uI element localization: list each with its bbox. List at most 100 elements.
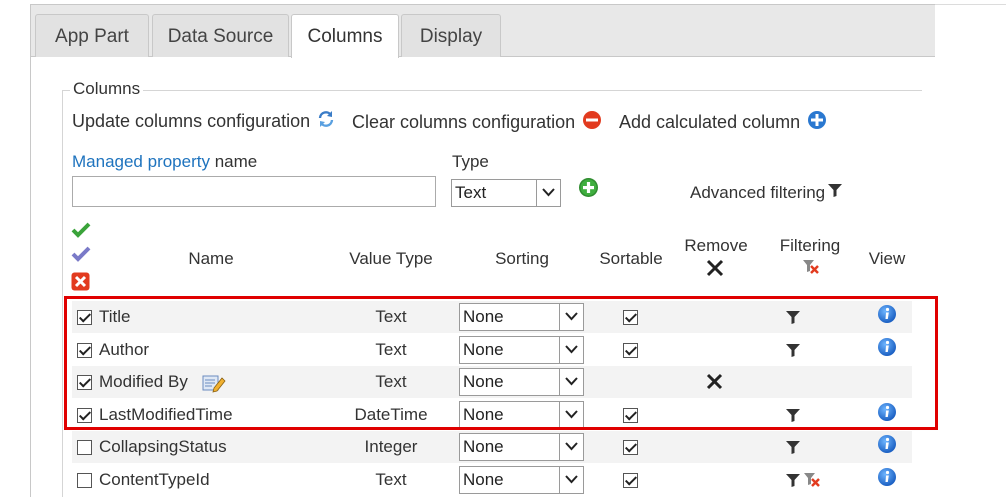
sorting-select-value: None (463, 405, 504, 424)
table-row: Author Text None (72, 334, 912, 366)
row-name: Title (99, 307, 131, 326)
sorting-select[interactable]: None (459, 303, 584, 331)
row-checkbox[interactable] (77, 375, 92, 390)
clear-columns-button[interactable]: Clear columns configuration (352, 110, 602, 135)
row-value-type: Text (375, 470, 407, 489)
purple-check-icon (71, 246, 91, 262)
table-row: LastModifiedTime DateTime None (72, 399, 912, 431)
info-icon[interactable] (877, 304, 897, 329)
tab-columns[interactable]: Columns (291, 14, 399, 58)
sortable-checkbox[interactable] (623, 440, 638, 455)
add-calculated-column-button[interactable]: Add calculated column (619, 110, 827, 135)
chevron-down-icon (559, 337, 583, 363)
row-value-type: Text (375, 340, 407, 359)
sorting-select-value: None (463, 340, 504, 359)
tab-data-source[interactable]: Data Source (152, 14, 289, 57)
sortable-checkbox[interactable] (623, 310, 638, 325)
sorting-select[interactable]: None (459, 368, 584, 396)
add-calculated-column-label: Add calculated column (619, 112, 801, 132)
info-icon[interactable] (877, 337, 897, 362)
update-columns-label: Update columns configuration (72, 111, 311, 131)
red-x-icon (71, 272, 90, 291)
row-name: Modified By (99, 372, 188, 391)
sorting-select[interactable]: None (459, 433, 584, 461)
row-checkbox[interactable] (77, 408, 92, 423)
type-select-value: Text (455, 183, 487, 202)
filter-funnel-icon[interactable] (785, 440, 801, 460)
sorting-select-value: None (463, 437, 504, 456)
sorting-select[interactable]: None (459, 401, 584, 429)
chevron-down-icon (559, 434, 583, 460)
type-select[interactable]: Text (451, 179, 561, 207)
row-checkbox[interactable] (77, 310, 92, 325)
update-columns-button[interactable]: Update columns configuration (72, 110, 335, 133)
sorting-select[interactable]: None (459, 466, 584, 494)
tab-app-part[interactable]: App Part (35, 14, 149, 57)
sorting-select-value: None (463, 307, 504, 326)
managed-property-suffix: name (209, 152, 258, 171)
row-value-type: Integer (364, 437, 418, 456)
x-icon (706, 259, 724, 282)
managed-property-link[interactable]: Managed property (72, 152, 210, 171)
type-label: Type (452, 152, 489, 171)
chevron-down-icon (559, 467, 583, 493)
filter-funnel-icon[interactable] (785, 473, 801, 493)
header-filtering: Filtering (779, 236, 841, 255)
select-all-button[interactable] (71, 222, 91, 243)
chevron-down-icon (559, 304, 583, 330)
chevron-down-icon (559, 402, 583, 428)
advanced-filtering-toggle[interactable]: Advanced filtering (690, 183, 843, 203)
plus-circle-icon (807, 110, 827, 135)
sortable-checkbox[interactable] (623, 408, 638, 423)
table-row: CollapsingStatus Integer None (72, 431, 912, 463)
funnel-icon (827, 183, 843, 203)
header-remove: Remove (684, 236, 748, 255)
filter-funnel-icon[interactable] (785, 310, 801, 330)
row-checkbox[interactable] (77, 440, 92, 455)
minus-circle-icon (582, 110, 602, 135)
sortable-checkbox[interactable] (623, 473, 638, 488)
add-column-button[interactable] (578, 177, 599, 203)
row-name: Author (99, 340, 150, 359)
row-name: ContentTypeId (99, 470, 210, 489)
table-row: Modified By Text None (72, 366, 912, 398)
remove-x-icon[interactable] (706, 373, 723, 395)
clear-columns-label: Clear columns configuration (352, 112, 576, 132)
chevron-down-icon (536, 180, 560, 206)
green-check-icon (71, 222, 91, 238)
toggle-selection-button[interactable] (71, 246, 91, 267)
edit-pencil-icon[interactable] (202, 373, 226, 398)
select-none-button[interactable] (71, 272, 90, 296)
row-value-type: Text (375, 307, 407, 326)
filter-funnel-icon[interactable] (785, 343, 801, 363)
header-view: View (868, 249, 906, 268)
advanced-filtering-label: Advanced filtering (690, 183, 826, 202)
header-sortable: Sortable (599, 249, 663, 268)
tab-display[interactable]: Display (401, 14, 501, 57)
row-checkbox[interactable] (77, 473, 92, 488)
table-row: ContentTypeId Text None (72, 464, 912, 496)
green-plus-icon (579, 178, 598, 197)
row-name: LastModifiedTime (99, 405, 233, 424)
managed-property-input[interactable] (72, 176, 436, 207)
row-checkbox[interactable] (77, 343, 92, 358)
refresh-icon (317, 110, 335, 133)
funnel-clear-icon[interactable] (803, 472, 821, 493)
info-icon[interactable] (877, 402, 897, 427)
row-value-type: Text (375, 372, 407, 391)
sorting-select[interactable]: None (459, 336, 584, 364)
sorting-select-value: None (463, 372, 504, 391)
info-icon[interactable] (877, 434, 897, 459)
header-value-type: Value Type (349, 249, 433, 268)
info-icon[interactable] (877, 467, 897, 492)
tab-bar: App Part Data Source Columns Display (31, 5, 935, 58)
table-row: Title Text None (72, 301, 912, 333)
filter-funnel-icon[interactable] (785, 408, 801, 428)
funnel-clear-icon (802, 259, 820, 280)
top-border-line (935, 4, 1006, 5)
columns-legend: Columns (70, 79, 144, 99)
header-sorting: Sorting (495, 249, 549, 268)
sortable-checkbox[interactable] (623, 343, 638, 358)
sorting-select-value: None (463, 470, 504, 489)
header-name: Name (188, 249, 234, 268)
